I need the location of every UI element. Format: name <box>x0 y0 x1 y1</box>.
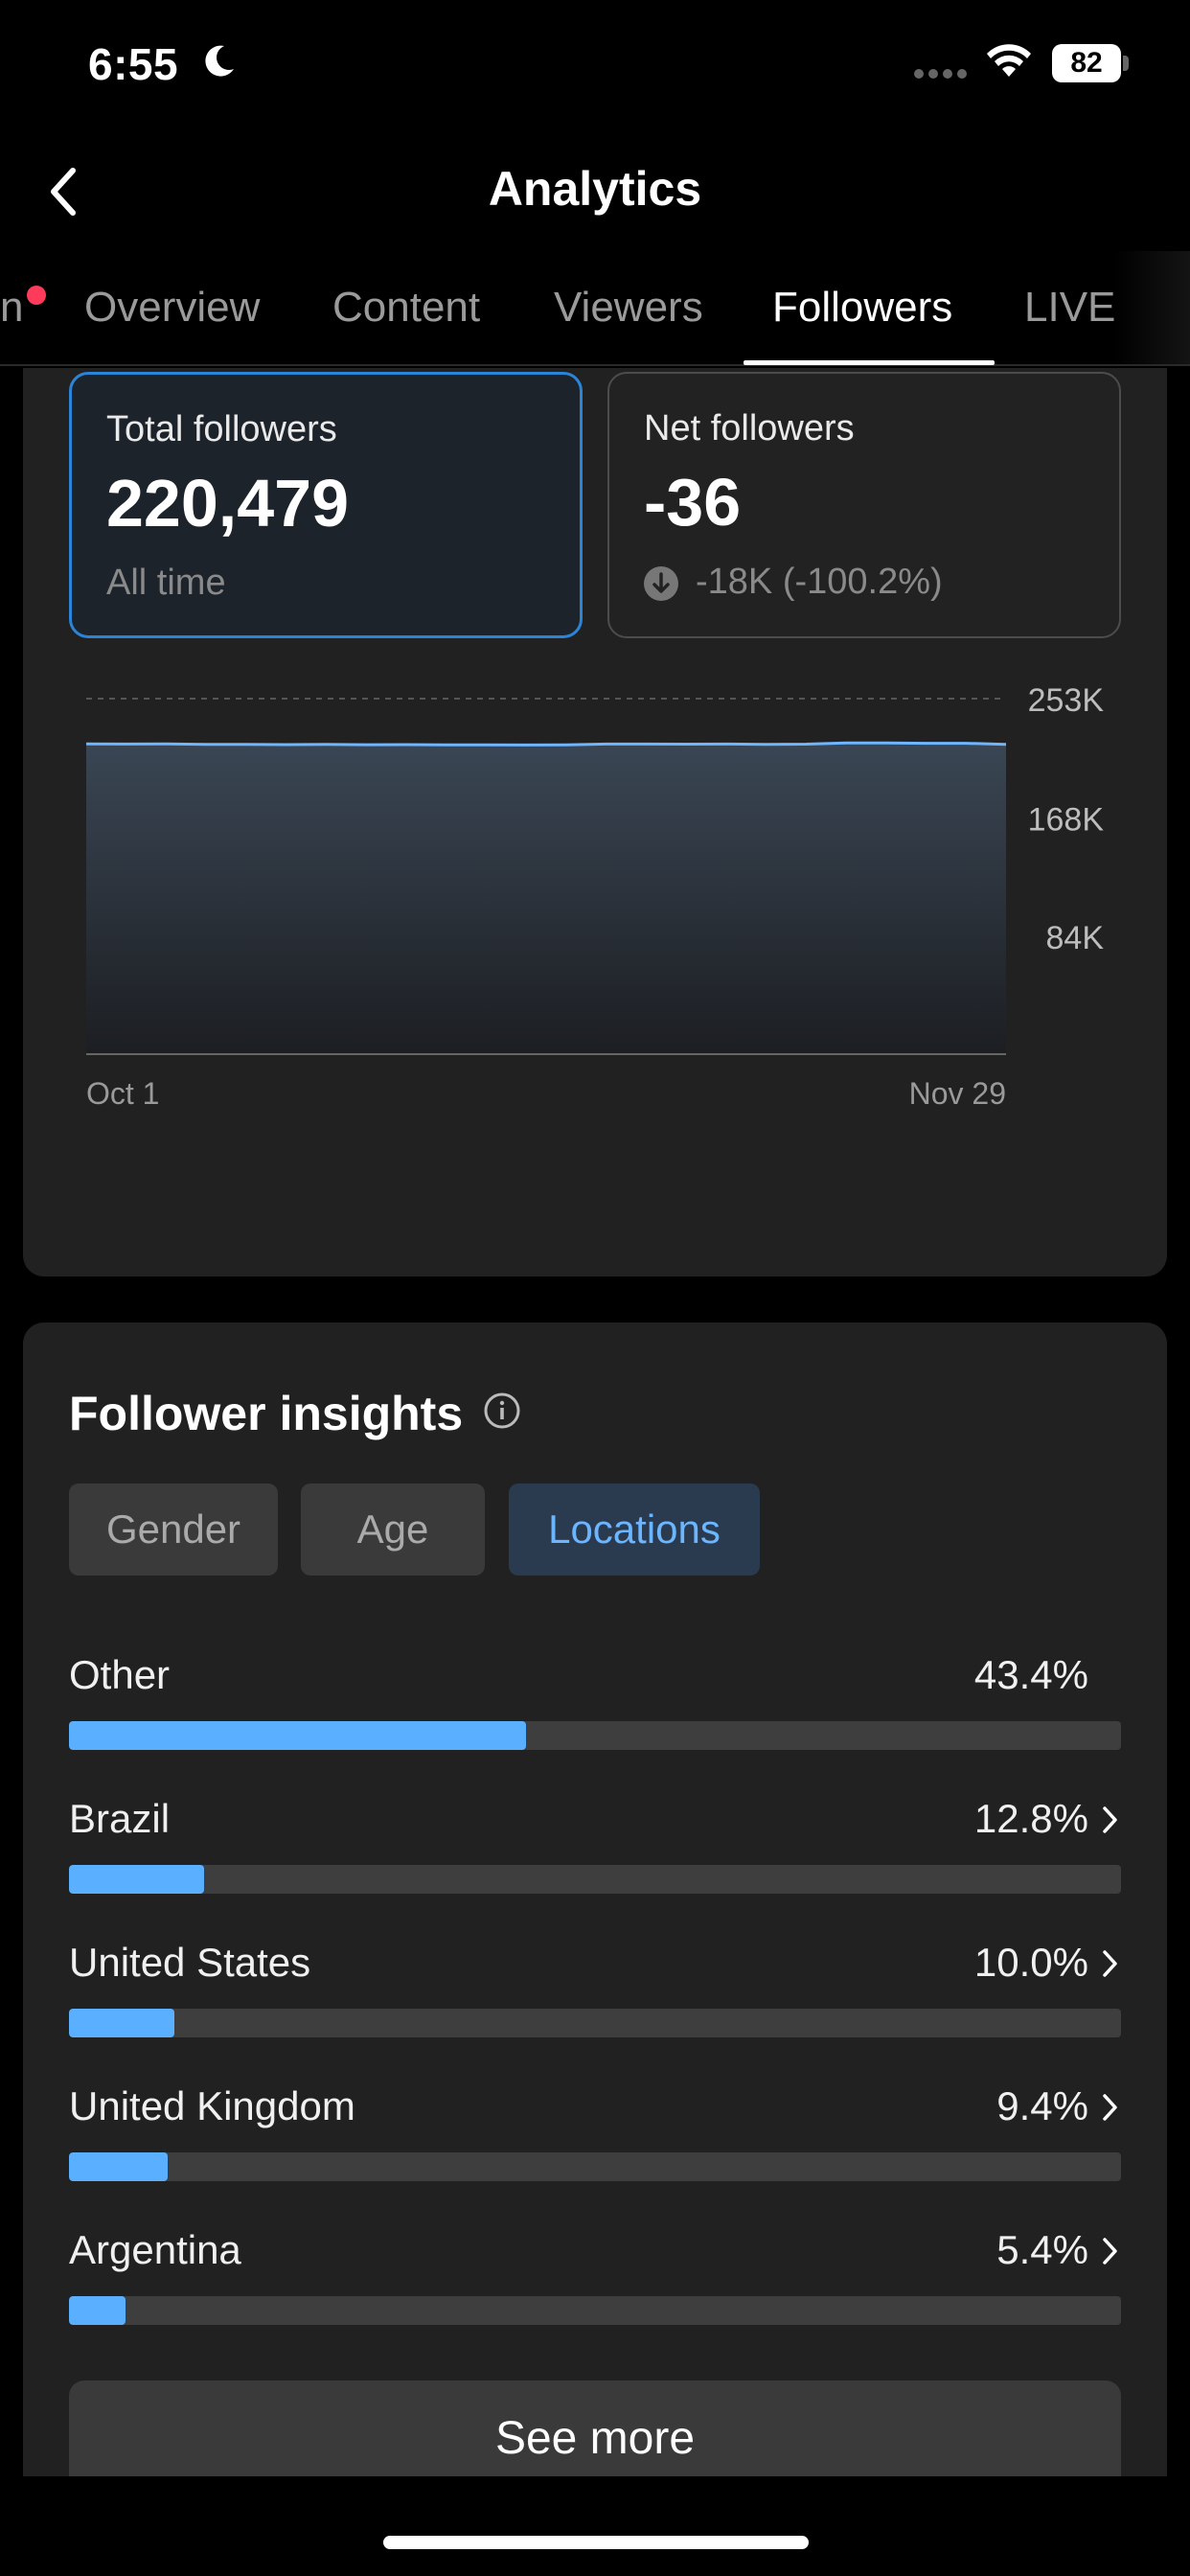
location-bar-fill <box>69 2152 169 2181</box>
bottom-area <box>0 2476 1190 2576</box>
net-followers-card[interactable]: Net followers -36 -18K (-100.2%) <box>607 372 1121 638</box>
location-name: Other <box>69 1652 171 1697</box>
active-tab-indicator <box>744 360 995 365</box>
followers-card: Total followers 220,479 All time Net fol… <box>23 368 1167 1276</box>
follower-insights-card: Follower insights Gender Age Locations O… <box>23 1322 1167 2576</box>
net-followers-value: -36 <box>644 465 742 540</box>
x-tick-label: Oct 1 <box>86 1076 159 1111</box>
y-tick-label: 84K <box>1046 920 1105 956</box>
chip-locations[interactable]: Locations <box>509 1484 760 1576</box>
y-tick-label: 253K <box>1028 682 1105 719</box>
location-bar-fill <box>69 1721 526 1750</box>
location-bar-track <box>69 2296 1121 2325</box>
location-bar-track <box>69 2009 1121 2037</box>
location-row: Other 43.4% <box>69 1652 1121 1758</box>
location-name: United Kingdom <box>69 2083 355 2128</box>
location-name: Brazil <box>69 1796 171 1841</box>
location-percent: 43.4% <box>973 1652 1088 1697</box>
tab-live[interactable]: LIVE <box>1024 284 1115 332</box>
tab-content[interactable]: Content <box>332 284 480 332</box>
moon-icon <box>205 45 234 77</box>
tab-viewers[interactable]: Viewers <box>554 284 703 332</box>
cellular-signal-icon <box>914 69 967 79</box>
location-row[interactable]: Argentina 5.4% <box>69 2227 1121 2333</box>
tab-partial[interactable]: n <box>0 284 23 332</box>
location-name: Argentina <box>69 2227 241 2272</box>
location-percent: 12.8% <box>973 1796 1088 1841</box>
follower-insights-title: Follower insights <box>69 1387 464 1440</box>
location-row[interactable]: Brazil 12.8% <box>69 1796 1121 1901</box>
wifi-icon <box>987 44 1031 77</box>
chevron-right-icon[interactable] <box>1100 1804 1121 1836</box>
location-bar-track <box>69 1721 1121 1750</box>
battery-icon: 82 <box>1052 44 1129 82</box>
chevron-right-icon[interactable] <box>1100 2091 1121 2124</box>
page-title: Analytics <box>488 162 702 216</box>
chevron-right-icon[interactable] <box>1100 2235 1121 2267</box>
chip-age[interactable]: Age <box>301 1484 485 1576</box>
status-time: 6:55 <box>88 39 179 89</box>
chevron-right-icon[interactable] <box>1100 1947 1121 1980</box>
chip-gender[interactable]: Gender <box>69 1484 278 1576</box>
total-followers-card[interactable]: Total followers 220,479 All time <box>69 372 583 638</box>
location-row[interactable]: United States 10.0% <box>69 1940 1121 2045</box>
location-name: United States <box>69 1940 311 1985</box>
total-followers-label: Total followers <box>106 409 337 449</box>
location-percent: 5.4% <box>996 2227 1088 2272</box>
location-bar-fill <box>69 2296 126 2325</box>
tab-followers[interactable]: Followers <box>772 284 952 332</box>
followers-area-chart: 253K 168K 84K Oct 1 Nov 29 <box>85 682 1105 1111</box>
tab-overview[interactable]: Overview <box>84 284 260 332</box>
location-row[interactable]: United Kingdom 9.4% <box>69 2083 1121 2189</box>
info-icon[interactable] <box>483 1392 521 1430</box>
down-arrow-circle-icon <box>644 566 678 601</box>
x-tick-label: Nov 29 <box>909 1076 1006 1111</box>
home-indicator[interactable] <box>383 2536 809 2549</box>
tab-fade <box>1113 251 1190 364</box>
notification-dot <box>27 286 46 305</box>
tab-bar: n Overview Content Viewers Followers LIV… <box>0 251 1190 366</box>
battery-level: 82 <box>1052 44 1121 82</box>
total-followers-period: All time <box>106 563 226 603</box>
location-bar-fill <box>69 1865 204 1894</box>
header: Analytics <box>0 134 1190 249</box>
y-tick-label: 168K <box>1028 802 1105 839</box>
net-followers-change: -18K (-100.2%) <box>696 562 943 602</box>
followers-area <box>86 743 1006 1054</box>
net-followers-label: Net followers <box>644 408 855 448</box>
total-followers-value: 220,479 <box>106 466 350 540</box>
location-bar-track <box>69 1865 1121 1894</box>
location-percent: 9.4% <box>996 2083 1088 2128</box>
location-bar-track <box>69 2152 1121 2181</box>
location-percent: 10.0% <box>973 1940 1088 1985</box>
status-bar: 6:55 82 <box>0 0 1190 134</box>
location-bar-fill <box>69 2009 174 2037</box>
